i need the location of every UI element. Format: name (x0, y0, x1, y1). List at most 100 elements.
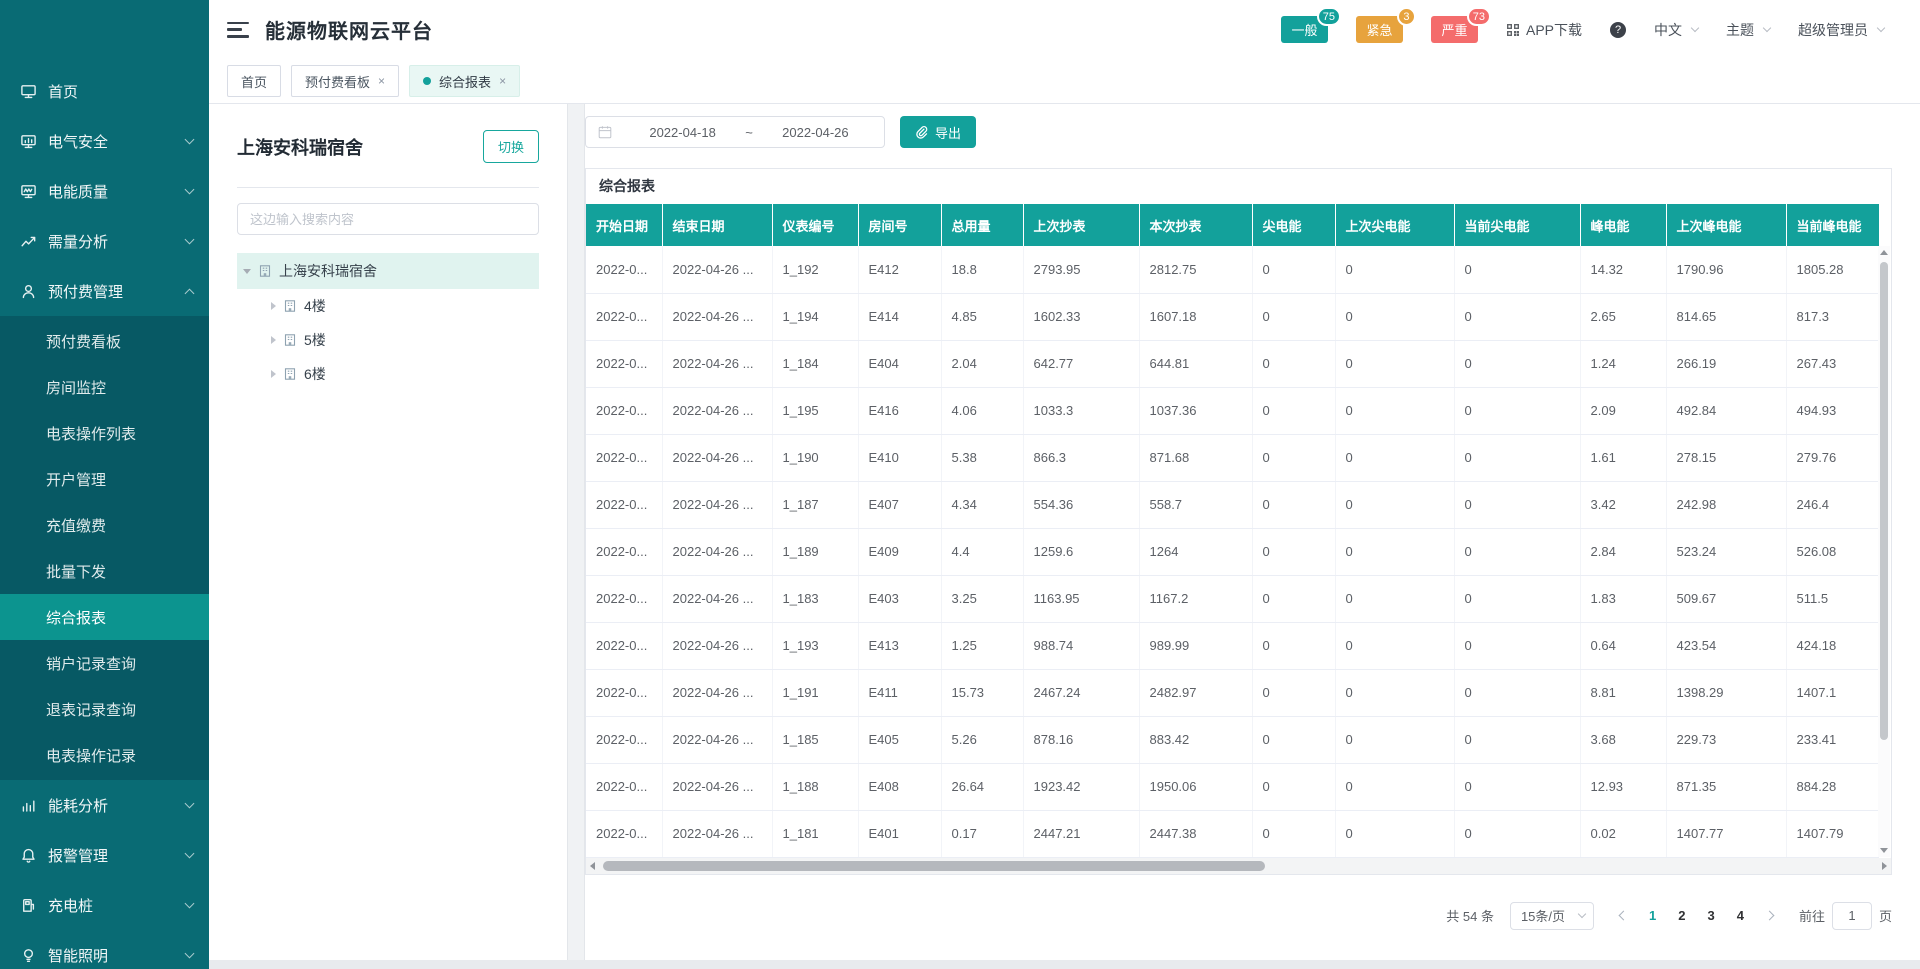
table-cell: E409 (858, 528, 941, 575)
help-icon[interactable]: ? (1610, 22, 1626, 38)
sidebar-subitem-销户记录查询[interactable]: 销户记录查询 (0, 640, 209, 686)
table-row[interactable]: 2022-0...2022-04-26 ...1_189E4094.41259.… (586, 528, 1879, 575)
chevron-down-icon (185, 899, 195, 909)
column-header-开始日期[interactable]: 开始日期 (586, 204, 662, 246)
page-number-1[interactable]: 1 (1649, 908, 1656, 923)
sidebar-subitem-电表操作列表[interactable]: 电表操作列表 (0, 410, 209, 456)
column-header-上次抄表[interactable]: 上次抄表 (1023, 204, 1139, 246)
sidebar-subitem-充值缴费[interactable]: 充值缴费 (0, 502, 209, 548)
tab-综合报表[interactable]: 综合报表× (409, 65, 520, 97)
table-row[interactable]: 2022-0...2022-04-26 ...1_188E40826.64192… (586, 763, 1879, 810)
sidebar-item-首页[interactable]: 首页 (0, 66, 209, 116)
tree-node-5楼[interactable]: 5楼 (237, 323, 539, 357)
column-header-结束日期[interactable]: 结束日期 (662, 204, 772, 246)
alarm-button-紧急[interactable]: 紧急3 (1356, 16, 1403, 43)
tree-search-input[interactable] (237, 203, 539, 235)
table-row[interactable]: 2022-0...2022-04-26 ...1_185E4055.26878.… (586, 716, 1879, 763)
goto-page-input[interactable] (1832, 902, 1872, 930)
menu-collapse-icon[interactable] (227, 22, 249, 38)
caret-right-icon[interactable] (271, 370, 276, 378)
table-row[interactable]: 2022-0...2022-04-26 ...1_195E4164.061033… (586, 387, 1879, 434)
scroll-right-icon[interactable] (1882, 862, 1887, 870)
sidebar-subitem-预付费看板[interactable]: 预付费看板 (0, 318, 209, 364)
column-header-总用量[interactable]: 总用量 (941, 204, 1023, 246)
horizontal-scroll-thumb[interactable] (603, 861, 1265, 871)
sidebar-subitem-综合报表[interactable]: 综合报表 (0, 594, 209, 640)
tree-node-4楼[interactable]: 4楼 (237, 289, 539, 323)
language-switcher[interactable]: 中文 (1654, 20, 1698, 40)
page-size-select[interactable]: 15条/页 (1510, 902, 1594, 930)
alarm-button-严重[interactable]: 严重73 (1431, 16, 1478, 43)
sidebar-item-智能照明[interactable]: 智能照明 (0, 930, 209, 969)
table-cell: 26.64 (941, 763, 1023, 810)
theme-switcher[interactable]: 主题 (1726, 20, 1770, 40)
vertical-scrollbar[interactable] (1878, 246, 1890, 857)
export-button[interactable]: 导出 (900, 116, 976, 148)
column-header-当前峰电能[interactable]: 当前峰电能 (1786, 204, 1879, 246)
sidebar-subitem-开户管理[interactable]: 开户管理 (0, 456, 209, 502)
user-menu[interactable]: 超级管理员 (1798, 20, 1884, 40)
sidebar-subitem-房间监控[interactable]: 房间监控 (0, 364, 209, 410)
alarm-button-一般[interactable]: 一般75 (1281, 16, 1328, 43)
table-row[interactable]: 2022-0...2022-04-26 ...1_181E4010.172447… (586, 810, 1879, 857)
table-row[interactable]: 2022-0...2022-04-26 ...1_184E4042.04642.… (586, 340, 1879, 387)
sidebar-item-充电桩[interactable]: 充电桩 (0, 880, 209, 930)
start-date[interactable]: 2022-04-18 (626, 125, 739, 140)
pagination: 共 54 条 15条/页 1234 前往 页 (585, 902, 1892, 930)
column-header-上次尖电能[interactable]: 上次尖电能 (1335, 204, 1454, 246)
column-header-尖电能[interactable]: 尖电能 (1252, 204, 1335, 246)
column-header-房间号[interactable]: 房间号 (858, 204, 941, 246)
page-number-2[interactable]: 2 (1678, 908, 1685, 923)
table-cell: 492.84 (1666, 387, 1786, 434)
table-row[interactable]: 2022-0...2022-04-26 ...1_190E4105.38866.… (586, 434, 1879, 481)
sidebar-item-电气安全[interactable]: 电气安全 (0, 116, 209, 166)
sidebar-subitem-电表操作记录[interactable]: 电表操作记录 (0, 732, 209, 778)
column-header-峰电能[interactable]: 峰电能 (1580, 204, 1666, 246)
column-header-仪表编号[interactable]: 仪表编号 (772, 204, 858, 246)
sidebar-item-电能质量[interactable]: 电能质量 (0, 166, 209, 216)
tree-node-6楼[interactable]: 6楼 (237, 357, 539, 391)
sidebar-subitem-退表记录查询[interactable]: 退表记录查询 (0, 686, 209, 732)
prev-page-button[interactable] (1619, 911, 1629, 921)
table-row[interactable]: 2022-0...2022-04-26 ...1_192E41218.82793… (586, 246, 1879, 293)
end-date[interactable]: 2022-04-26 (759, 125, 872, 140)
column-header-本次抄表[interactable]: 本次抄表 (1139, 204, 1252, 246)
close-icon[interactable]: × (499, 75, 506, 87)
table-row[interactable]: 2022-0...2022-04-26 ...1_183E4033.251163… (586, 575, 1879, 622)
switch-site-button[interactable]: 切换 (483, 130, 539, 163)
table-cell: 2.65 (1580, 293, 1666, 340)
caret-right-icon[interactable] (271, 302, 276, 310)
table-cell: 988.74 (1023, 622, 1139, 669)
sidebar-item-预付费管理[interactable]: 预付费管理 (0, 266, 209, 316)
horizontal-scrollbar[interactable] (586, 858, 1891, 874)
tree-node-root[interactable]: 上海安科瑞宿舍 (237, 253, 539, 289)
date-range-picker[interactable]: 2022-04-18 ~ 2022-04-26 (585, 116, 885, 148)
scroll-left-icon[interactable] (590, 862, 595, 870)
table-cell: 2022-0... (586, 528, 662, 575)
page-number-3[interactable]: 3 (1708, 908, 1715, 923)
table-row[interactable]: 2022-0...2022-04-26 ...1_191E41115.73246… (586, 669, 1879, 716)
table-cell: 1_195 (772, 387, 858, 434)
sidebar-item-能耗分析[interactable]: 能耗分析 (0, 780, 209, 830)
caret-right-icon[interactable] (271, 336, 276, 344)
column-header-当前尖电能[interactable]: 当前尖电能 (1454, 204, 1580, 246)
app-download-link[interactable]: APP下载 (1506, 20, 1582, 40)
tab-预付费看板[interactable]: 预付费看板× (291, 65, 399, 97)
vertical-scroll-thumb[interactable] (1880, 262, 1888, 740)
close-icon[interactable]: × (378, 75, 385, 87)
scroll-up-icon[interactable] (1880, 250, 1888, 255)
tab-首页[interactable]: 首页 (227, 65, 281, 97)
sidebar-item-报警管理[interactable]: 报警管理 (0, 830, 209, 880)
column-header-上次峰电能[interactable]: 上次峰电能 (1666, 204, 1786, 246)
table-cell: 2022-04-26 ... (662, 340, 772, 387)
page-number-4[interactable]: 4 (1737, 908, 1744, 923)
table-row[interactable]: 2022-0...2022-04-26 ...1_194E4144.851602… (586, 293, 1879, 340)
scroll-down-icon[interactable] (1880, 848, 1888, 853)
table-row[interactable]: 2022-0...2022-04-26 ...1_193E4131.25988.… (586, 622, 1879, 669)
table-row[interactable]: 2022-0...2022-04-26 ...1_187E4074.34554.… (586, 481, 1879, 528)
sidebar-subitem-批量下发[interactable]: 批量下发 (0, 548, 209, 594)
chevron-down-icon (1877, 24, 1885, 32)
next-page-button[interactable] (1765, 911, 1775, 921)
sidebar-item-需量分析[interactable]: 需量分析 (0, 216, 209, 266)
caret-down-icon[interactable] (243, 269, 251, 274)
